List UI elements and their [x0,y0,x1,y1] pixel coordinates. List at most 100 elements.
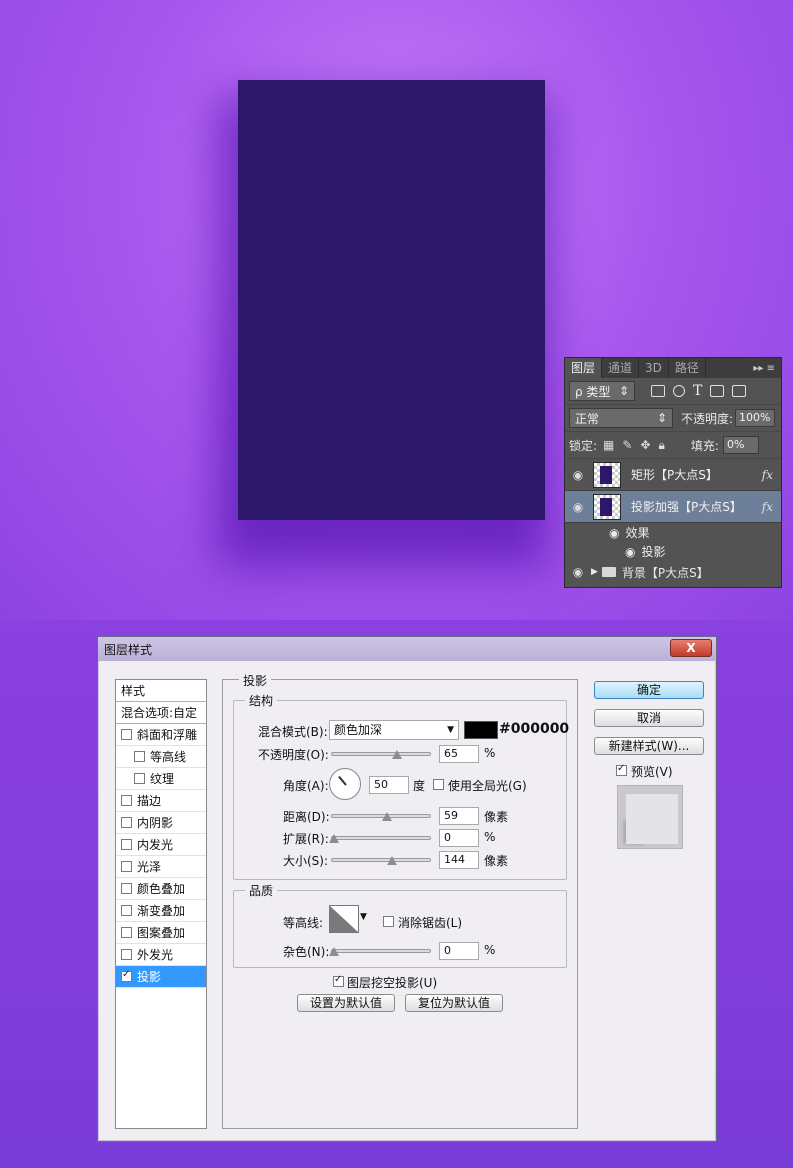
image-filter-icon[interactable] [651,385,665,397]
style-item[interactable]: 颜色叠加 [116,878,206,900]
filter-kind-label: ρ 类型 [575,384,611,399]
fx-icon[interactable]: fx [762,500,773,514]
style-item[interactable]: 光泽 [116,856,206,878]
slider-knob[interactable] [329,834,339,843]
set-default-button[interactable]: 设置为默认值 [297,994,395,1012]
style-label: 外发光 [137,948,174,962]
spread-input[interactable]: 0 [439,829,479,847]
style-item[interactable]: 内发光 [116,834,206,856]
filter-kind-select[interactable]: ρ 类型 ⇕ [569,381,635,401]
style-checkbox[interactable] [121,883,132,894]
blend-options-item[interactable]: 混合选项:自定 [116,702,206,724]
effect-drop-shadow-row[interactable]: ◉ 投影 [565,542,781,561]
style-checkbox[interactable] [134,773,145,784]
visibility-eye-icon[interactable]: ◉ [569,468,587,482]
lock-transparency-icon[interactable]: ▦ [603,438,614,452]
style-item[interactable]: 图案叠加 [116,922,206,944]
style-checkbox[interactable] [121,969,132,982]
close-button[interactable]: X [670,639,712,657]
type-filter-icon[interactable]: T [693,384,702,398]
knockout-checkbox[interactable] [333,974,344,987]
ok-button[interactable]: 确定 [594,681,704,699]
blend-mode-select[interactable]: 正常 ⇕ [569,408,673,428]
effects-row[interactable]: ◉ 效果 [565,523,781,542]
layer-row-shadow-boost[interactable]: ◉ 投影加强【P大点S】 fx [565,491,781,523]
lock-all-icon[interactable]: 🔒︎ [659,438,665,453]
shadow-blend-mode-select[interactable]: 颜色加深 ▼ [329,720,459,740]
global-light-checkbox[interactable] [433,779,444,790]
style-checkbox[interactable] [121,729,132,740]
angle-dial[interactable] [329,768,361,800]
style-checkbox[interactable] [121,905,132,916]
style-label: 投影 [137,970,162,984]
style-checkbox[interactable] [121,927,132,938]
visibility-eye-icon[interactable]: ◉ [569,565,587,579]
style-item[interactable]: 内阴影 [116,812,206,834]
style-checkbox[interactable] [134,751,145,762]
style-item[interactable]: 描边 [116,790,206,812]
style-item[interactable]: 投影 [116,966,206,988]
cancel-button[interactable]: 取消 [594,709,704,727]
opacity-input[interactable]: 65 [439,745,479,763]
layer-group-background[interactable]: ◉ ▶ 背景【P大点S】 [565,561,781,583]
preview-checkbox[interactable] [616,763,627,776]
panel-menu-icon[interactable]: ▸▸ ≡ [753,363,781,374]
angle-needle [338,775,347,786]
fx-icon[interactable]: fx [762,468,773,482]
style-item[interactable]: 纹理 [116,768,206,790]
shape-filter-icon[interactable] [710,385,725,397]
shadow-color-swatch[interactable] [464,721,498,739]
size-slider[interactable] [331,856,431,865]
antialias-checkbox[interactable] [383,916,394,927]
style-label: 斜面和浮雕 [137,728,198,742]
style-item[interactable]: 外发光 [116,944,206,966]
style-label: 光泽 [137,860,162,874]
noise-input[interactable]: 0 [439,942,479,960]
visibility-eye-icon[interactable]: ◉ [625,545,635,559]
tab-channels[interactable]: 通道 [602,358,640,378]
style-item[interactable]: 渐变叠加 [116,900,206,922]
chevron-down-icon[interactable]: ▼ [360,912,367,922]
style-checkbox[interactable] [121,949,132,960]
noise-slider[interactable] [329,947,431,956]
lock-position-icon[interactable]: ✥ [640,438,650,452]
slider-knob[interactable] [329,947,339,956]
size-unit: 像素 [484,854,509,868]
visibility-eye-icon[interactable]: ◉ [569,500,587,514]
adjustment-filter-icon[interactable] [673,385,685,397]
style-checkbox[interactable] [121,817,132,828]
blend-opacity-row: 正常 ⇕ 不透明度: 100% [565,405,781,432]
folder-icon [601,567,616,577]
layer-row-rectangle[interactable]: ◉ 矩形【P大点S】 fx [565,459,781,491]
smart-object-filter-icon[interactable] [732,385,747,397]
opacity-slider[interactable] [331,750,431,759]
style-checkbox[interactable] [121,861,132,872]
layer-opacity-input[interactable]: 100% [735,409,775,427]
dialog-titlebar[interactable]: 图层样式 [98,637,716,661]
contour-preview[interactable] [329,905,359,933]
size-input[interactable]: 144 [439,851,479,869]
visibility-eye-icon[interactable]: ◉ [609,526,619,540]
style-item[interactable]: 等高线 [116,746,206,768]
style-checkbox[interactable] [121,795,132,806]
angle-input[interactable]: 50 [369,776,409,794]
styles-header[interactable]: 样式 [116,680,206,702]
distance-slider[interactable] [331,812,431,821]
slider-knob[interactable] [382,812,392,821]
slider-knob[interactable] [392,750,402,759]
lock-paint-icon[interactable]: ✎ [622,438,632,452]
style-checkbox[interactable] [121,839,132,850]
distance-input[interactable]: 59 [439,807,479,825]
drop-shadow-settings: 投影 结构 混合模式(B): 颜色加深 ▼ #000000 不透明度(O): 6… [222,672,578,1129]
tab-layers[interactable]: 图层 [565,358,603,378]
fill-input[interactable]: 0% [722,436,759,454]
reset-default-button[interactable]: 复位为默认值 [405,994,503,1012]
new-style-button[interactable]: 新建样式(W)... [594,737,704,755]
expand-arrow-icon[interactable]: ▶ [591,567,598,577]
tab-3d[interactable]: 3D [639,358,669,378]
style-item[interactable]: 斜面和浮雕 [116,724,206,746]
slider-knob[interactable] [387,856,397,865]
spread-slider[interactable] [329,834,431,843]
tab-paths[interactable]: 路径 [669,358,706,378]
style-label: 等高线 [150,750,187,764]
